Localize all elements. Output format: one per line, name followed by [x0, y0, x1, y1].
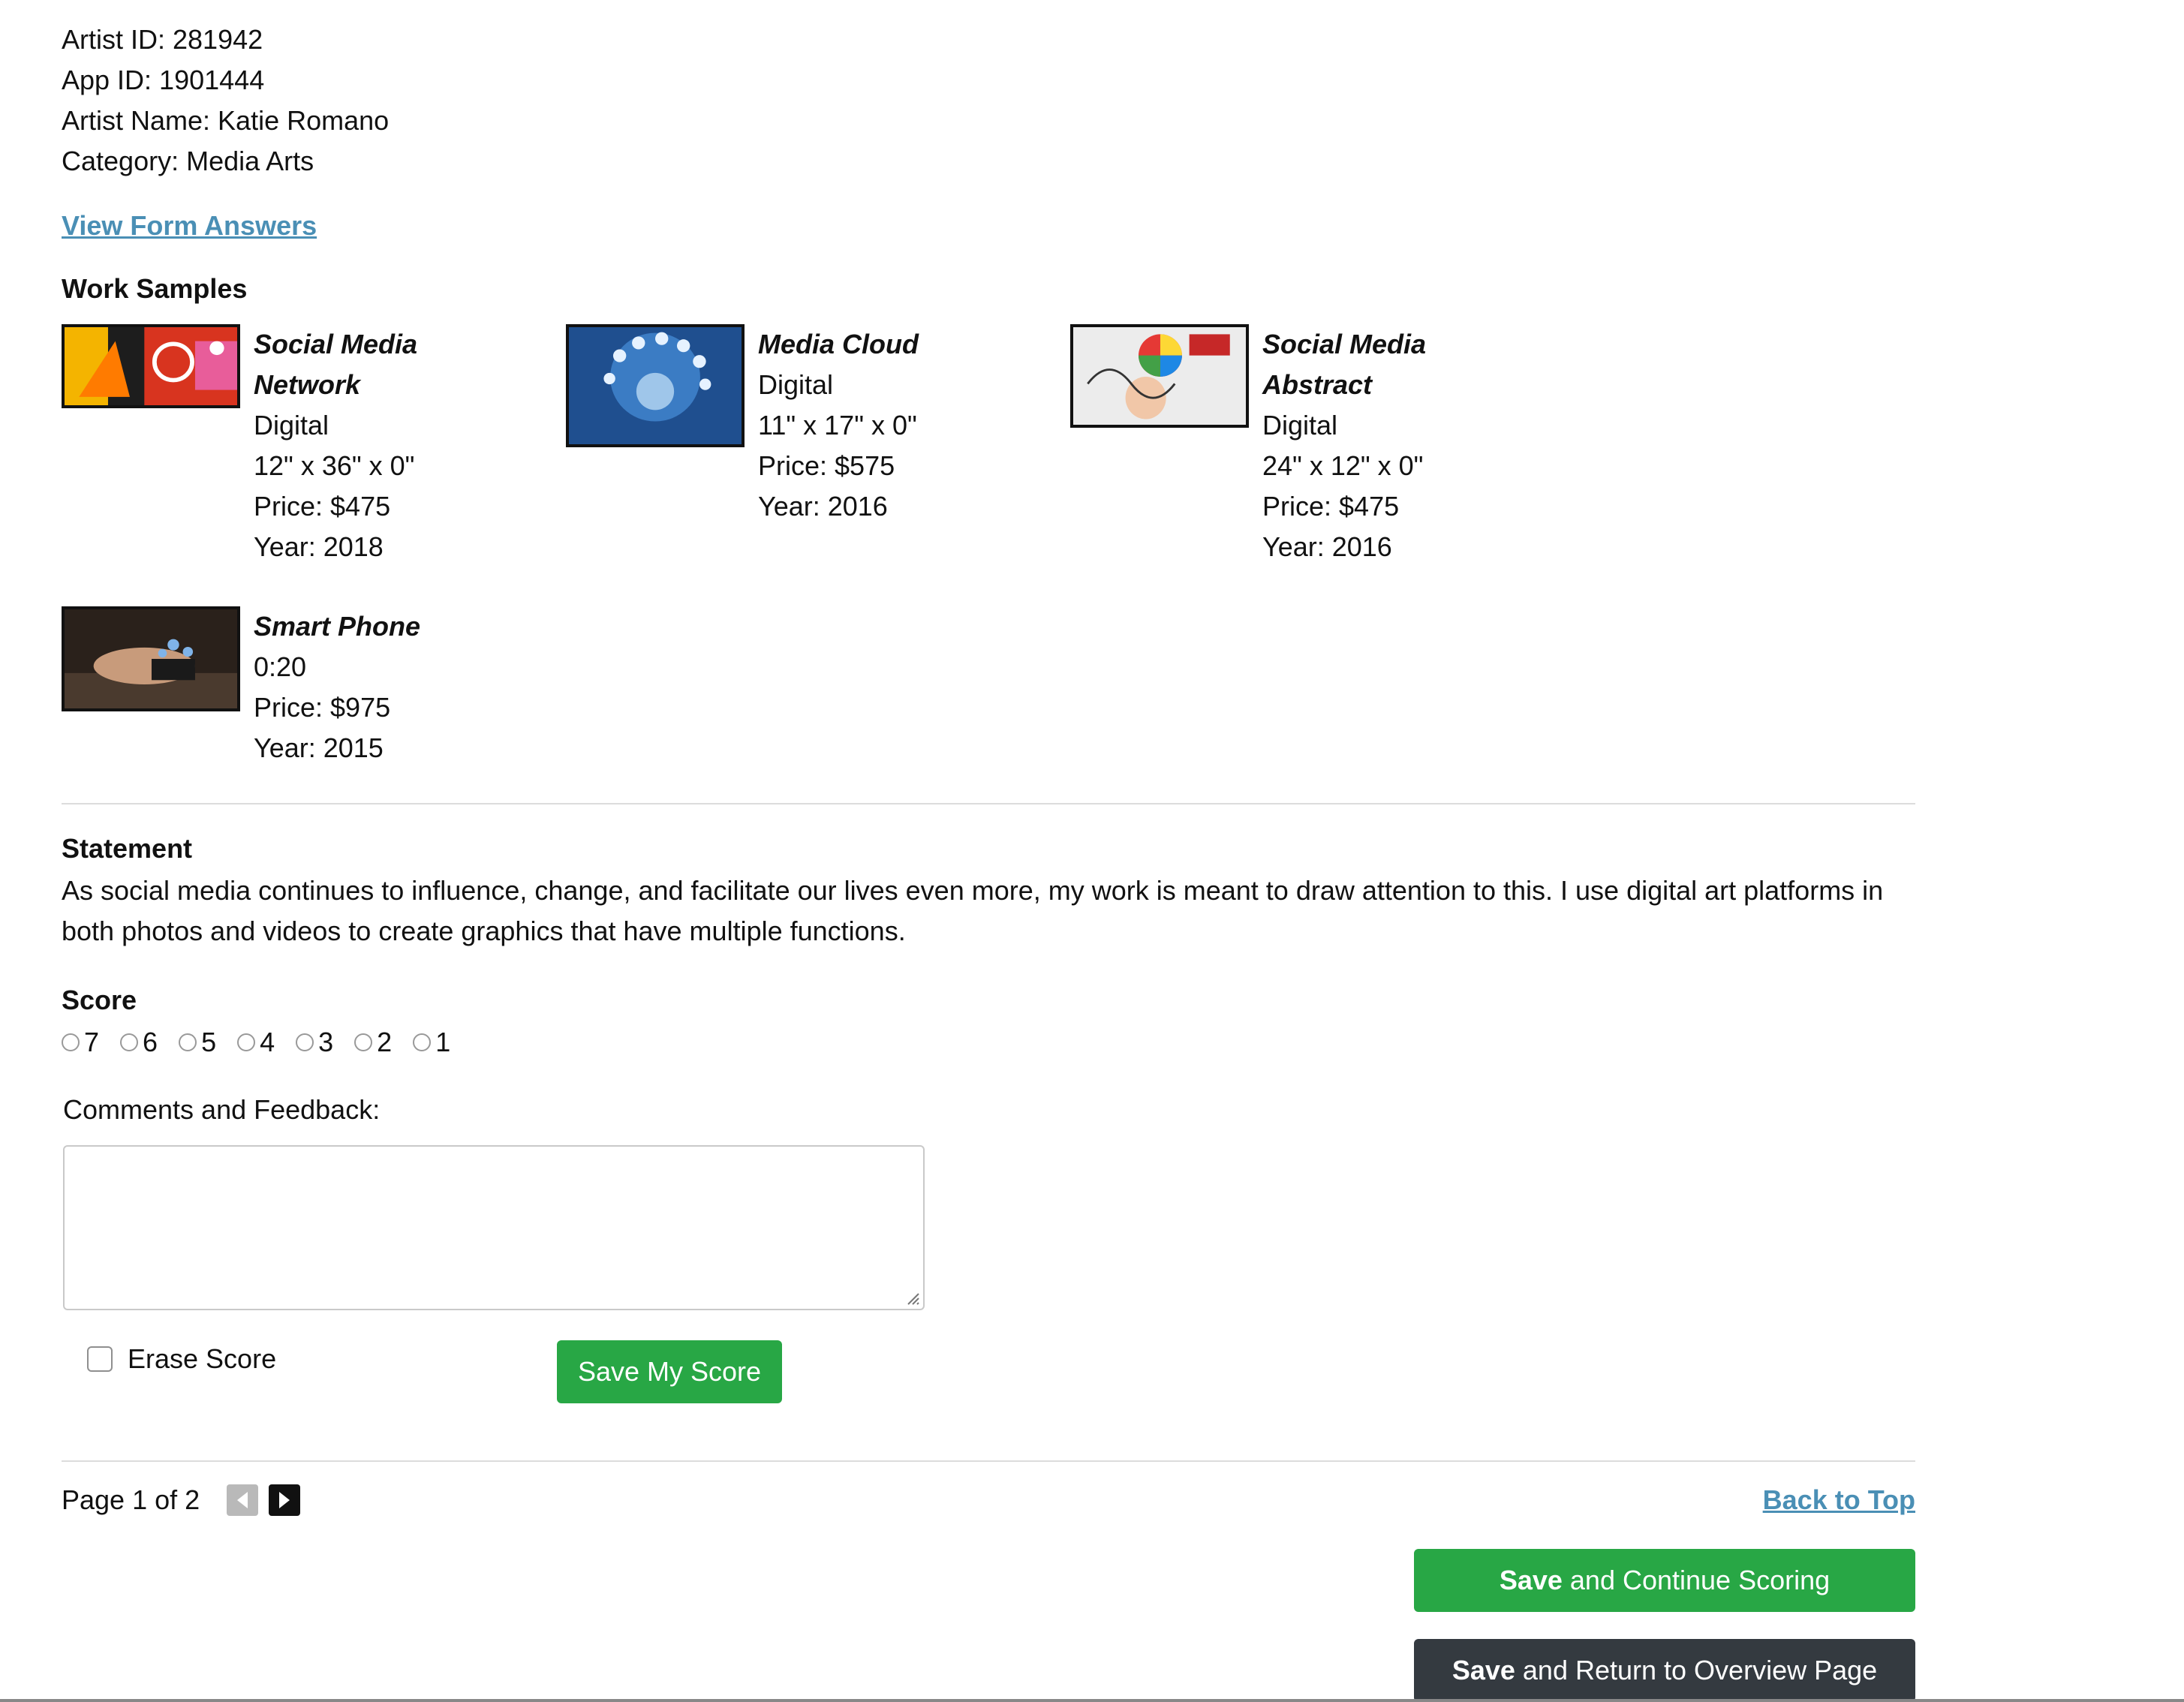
- radio-button[interactable]: [413, 1033, 432, 1051]
- sample-price: Price: $475: [1262, 491, 1400, 522]
- save-my-score-button[interactable]: Save My Score: [557, 1340, 782, 1403]
- radio-button[interactable]: [296, 1033, 314, 1051]
- next-page-button[interactable]: [269, 1484, 301, 1516]
- work-samples-heading: Work Samples: [62, 273, 248, 304]
- sample-price: Price: $975: [254, 692, 391, 723]
- score-option-4[interactable]: 4: [237, 1027, 275, 1058]
- work-sample: Social Media Network Digital 12" x 36" x…: [62, 324, 434, 567]
- artist-name: Artist Name: Katie Romano: [62, 105, 390, 136]
- score-option-3[interactable]: 3: [296, 1027, 333, 1058]
- erase-score-checkbox[interactable]: [87, 1346, 113, 1372]
- sample-year: Year: 2016: [758, 491, 888, 522]
- sample-size: 11" x 17" x 0": [758, 410, 917, 441]
- pagination: Page 1 of 2: [62, 1484, 301, 1516]
- artist-id: Artist ID: 281942: [62, 24, 263, 55]
- score-option-2[interactable]: 2: [354, 1027, 392, 1058]
- work-sample-thumbnail[interactable]: [1070, 324, 1249, 428]
- back-to-top-link[interactable]: Back to Top: [1763, 1484, 1915, 1516]
- button-label: and Return to Overview Page: [1522, 1655, 1878, 1685]
- radio-button[interactable]: [354, 1033, 373, 1051]
- score-heading: Score: [62, 985, 137, 1015]
- work-sample-thumbnail[interactable]: [62, 606, 240, 711]
- work-sample-thumbnail[interactable]: [566, 324, 745, 447]
- sample-image-icon: [569, 327, 742, 444]
- sample-title: Social Media Network: [254, 329, 418, 400]
- statement-heading: Statement: [62, 833, 193, 864]
- work-sample: Media Cloud Digital 11" x 17" x 0" Price…: [566, 324, 938, 527]
- radio-button[interactable]: [62, 1033, 80, 1051]
- sample-price: Price: $475: [254, 491, 391, 522]
- radio-button[interactable]: [179, 1033, 197, 1051]
- sample-medium: Digital: [1262, 410, 1338, 441]
- sample-duration: 0:20: [254, 651, 307, 682]
- button-label-bold: Save: [1451, 1655, 1515, 1685]
- work-sample: Social Media Abstract Digital 24" x 12" …: [1070, 324, 1442, 567]
- sample-title: Smart Phone: [254, 611, 421, 642]
- window-bottom-edge: [0, 1699, 2184, 1702]
- sample-year: Year: 2015: [254, 732, 384, 763]
- comments-textarea[interactable]: [63, 1145, 925, 1310]
- button-label: and Continue Scoring: [1569, 1565, 1831, 1595]
- comments-label: Comments and Feedback:: [63, 1094, 381, 1125]
- sample-medium: Digital: [758, 369, 834, 400]
- view-form-answers-link[interactable]: View Form Answers: [62, 210, 317, 242]
- category: Category: Media Arts: [62, 146, 314, 176]
- sample-size: 12" x 36" x 0": [254, 450, 415, 481]
- score-radio-group: 7 6 5 4 3 2 1: [62, 1027, 471, 1058]
- previous-page-button[interactable]: [227, 1484, 259, 1516]
- radio-button[interactable]: [237, 1033, 256, 1051]
- sample-image-icon: [1073, 327, 1246, 425]
- sample-title: Media Cloud: [758, 329, 919, 359]
- work-sample: Smart Phone 0:20 Price: $975 Year: 2015: [62, 606, 434, 768]
- radio-button[interactable]: [120, 1033, 139, 1051]
- sample-size: 24" x 12" x 0": [1262, 450, 1424, 481]
- sample-year: Year: 2018: [254, 531, 384, 562]
- score-form: Artist ID: 281942 App ID: 1901444 Artist…: [62, 0, 1915, 1702]
- statement-text: As social media continues to influence, …: [62, 875, 1884, 946]
- chevron-left-icon: [237, 1492, 248, 1508]
- sample-medium: Digital: [254, 410, 329, 441]
- sample-title: Social Media Abstract: [1262, 329, 1427, 400]
- chevron-right-icon: [279, 1492, 290, 1508]
- sample-image-icon: [65, 609, 237, 708]
- page-indicator: Page 1 of 2: [62, 1484, 200, 1515]
- score-option-6[interactable]: 6: [120, 1027, 158, 1058]
- erase-score-option[interactable]: Erase Score: [87, 1343, 276, 1375]
- divider: [62, 803, 1915, 804]
- sample-price: Price: $575: [758, 450, 895, 481]
- sample-year: Year: 2016: [1262, 531, 1392, 562]
- work-sample-thumbnail[interactable]: [62, 324, 240, 408]
- sample-image-icon: [65, 327, 237, 405]
- save-and-continue-button[interactable]: Save and Continue Scoring: [1414, 1549, 1915, 1612]
- score-option-5[interactable]: 5: [179, 1027, 216, 1058]
- erase-score-label: Erase Score: [128, 1343, 277, 1374]
- score-option-1[interactable]: 1: [413, 1027, 450, 1058]
- divider: [62, 1460, 1915, 1462]
- score-option-7[interactable]: 7: [62, 1027, 99, 1058]
- app-id: App ID: 1901444: [62, 65, 265, 95]
- applicant-meta: Artist ID: 281942 App ID: 1901444 Artist…: [62, 0, 1915, 182]
- resize-grip-icon[interactable]: [904, 1289, 920, 1306]
- save-and-return-button[interactable]: Save and Return to Overview Page: [1414, 1639, 1915, 1702]
- button-label-bold: Save: [1499, 1565, 1563, 1595]
